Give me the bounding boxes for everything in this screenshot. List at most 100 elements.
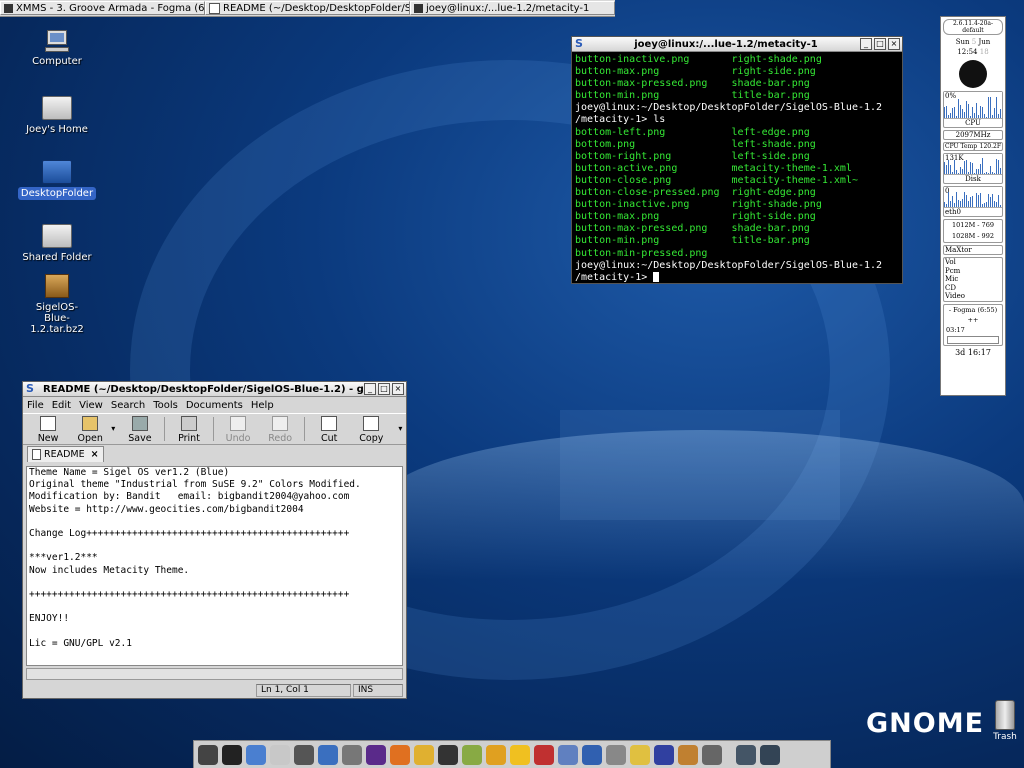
menu-view[interactable]: View (79, 400, 103, 411)
moon-icon[interactable] (630, 744, 650, 765)
chart-bar (968, 172, 969, 174)
chart-bar (978, 115, 979, 118)
chart-bar (998, 160, 999, 174)
new-button[interactable]: New (27, 414, 69, 444)
menu-documents[interactable]: Documents (186, 400, 243, 411)
gaim-icon[interactable] (414, 744, 434, 765)
chart-bar (970, 116, 971, 118)
gqview-icon[interactable] (462, 744, 482, 765)
house-icon[interactable] (678, 744, 698, 765)
notepad-icon[interactable] (270, 744, 290, 765)
chart-bar (980, 164, 981, 174)
bird-icon[interactable] (342, 744, 362, 765)
open-recent-chevron-down-icon[interactable]: ▾ (111, 414, 119, 433)
xchat-icon[interactable] (438, 744, 458, 765)
mixer-pcm-slider[interactable]: Pcm (945, 267, 1002, 276)
terminal-line: /metacity-1> (575, 271, 899, 284)
chart-bar (994, 201, 995, 207)
monitor-icon[interactable] (702, 744, 722, 765)
workspace-icon[interactable] (760, 744, 780, 765)
terminal-output[interactable]: button-inactive.png right-shade.png butto… (572, 52, 902, 286)
text-editor-area[interactable]: Theme Name = Sigel OS ver1.2 (Blue) Orig… (26, 466, 403, 666)
chart-bar (952, 196, 953, 207)
chart-bar (1000, 109, 1001, 118)
copy-button[interactable]: Copy (350, 414, 392, 444)
cube-icon[interactable] (246, 744, 266, 765)
maximize-icon[interactable]: □ (874, 38, 886, 50)
chart-bar (950, 165, 951, 174)
terminal-titlebar[interactable]: S joey@linux:/...lue-1.2/metacity-1 _ □ … (572, 37, 902, 52)
menu-tools[interactable]: Tools (153, 400, 178, 411)
task-terminal[interactable]: joey@linux:/...lue-1.2/metacity-1 (410, 1, 615, 15)
wizard-icon[interactable] (654, 744, 674, 765)
task-xmms[interactable]: XMMS - 3. Groove Armada - Fogma (6:... (0, 1, 205, 15)
close-icon[interactable]: × (392, 383, 404, 395)
desktop-icon-desktopfolder[interactable]: DesktopFolder (17, 160, 97, 200)
toolbar-overflow-chevron-down-icon[interactable]: ▾ (398, 414, 406, 433)
xmms-panel[interactable]: - Fogma (6:55) ++ 03:17 (943, 303, 1003, 346)
chart-bar (992, 172, 993, 174)
minimize-icon[interactable]: _ (860, 38, 872, 50)
window-menu-icon[interactable]: S (575, 38, 589, 49)
calendar-icon[interactable] (534, 744, 554, 765)
mixer-video-slider[interactable]: Video (945, 292, 1002, 301)
desktop-icon-trash[interactable]: Trash (988, 700, 1022, 742)
task-gedit-readme[interactable]: README (~/Desktop/DesktopFolder/Sig... (205, 1, 410, 15)
maximize-icon[interactable]: □ (378, 383, 390, 395)
mixer-panel: Vol Pcm Mic CD Video (943, 257, 1003, 302)
mixer-vol-slider[interactable]: Vol (945, 258, 1002, 267)
desktop-icon-archive[interactable]: SigelOS- Blue-1.2.tar.bz2 (17, 274, 97, 336)
tab-readme[interactable]: README × (27, 446, 104, 462)
gnome-logo: GNOME (866, 708, 985, 739)
gedit-icon (209, 2, 220, 14)
cut-button[interactable]: Cut (308, 414, 350, 444)
open-button[interactable]: Open (69, 414, 111, 444)
chart-bar (970, 162, 971, 174)
gnome-foot-icon[interactable] (198, 744, 218, 765)
clock-icon[interactable] (606, 744, 626, 765)
chart-bar (958, 99, 959, 118)
gedit-titlebar[interactable]: S README (~/Desktop/DesktopFolder/SigelO… (23, 382, 406, 397)
xmms-controls[interactable] (947, 335, 999, 344)
calculator-icon[interactable] (294, 744, 314, 765)
desktop-icon-computer[interactable]: Computer (17, 30, 97, 68)
undo-button[interactable]: Undo (217, 414, 259, 444)
gedit-window[interactable]: S README (~/Desktop/DesktopFolder/SigelO… (22, 381, 407, 699)
desktop-icon-shared[interactable]: Shared Folder (17, 224, 97, 264)
mixer-cd-slider[interactable]: CD (945, 284, 1002, 293)
chart-bar (958, 200, 959, 207)
firefox-icon[interactable] (390, 744, 410, 765)
person-icon[interactable] (486, 744, 506, 765)
terminal-icon[interactable] (222, 744, 242, 765)
terminal-window[interactable]: S joey@linux:/...lue-1.2/metacity-1 _ □ … (571, 36, 903, 284)
desktop-icon-home[interactable]: Joey's Home (17, 96, 97, 136)
mixer-mic-slider[interactable]: Mic (945, 275, 1002, 284)
terminal-line: button-min-pressed.png (575, 247, 708, 259)
nvu-icon[interactable] (366, 744, 386, 765)
chart-bar (988, 97, 989, 118)
wand-icon[interactable] (558, 744, 578, 765)
people-icon[interactable] (582, 744, 602, 765)
minimize-icon[interactable]: _ (364, 383, 376, 395)
chart-bar (986, 117, 987, 118)
horizontal-scrollbar[interactable] (26, 668, 403, 680)
sun-icon[interactable] (510, 744, 530, 765)
window-menu-icon[interactable]: S (26, 383, 40, 394)
chart-bar (982, 204, 983, 207)
menu-edit[interactable]: Edit (52, 400, 71, 411)
chart-bar (958, 173, 959, 174)
tab-close-icon[interactable]: × (91, 449, 99, 460)
print-button[interactable]: Print (168, 414, 210, 444)
desktop-icon[interactable] (736, 744, 756, 765)
menu-search[interactable]: Search (111, 400, 145, 411)
gkrellm-monitor[interactable]: 2.6.11.4-20a-default Sun 5 Jun 12:54 18 … (940, 16, 1006, 396)
save-button[interactable]: Save (119, 414, 161, 444)
chart-bar (968, 104, 969, 118)
cpu-temp: CPU Temp 120.2F (943, 142, 1003, 151)
redo-button[interactable]: Redo (259, 414, 301, 444)
menu-help[interactable]: Help (251, 400, 274, 411)
chart-bar (952, 172, 953, 174)
close-icon[interactable]: × (888, 38, 900, 50)
screen-icon[interactable] (318, 744, 338, 765)
menu-file[interactable]: File (27, 400, 44, 411)
